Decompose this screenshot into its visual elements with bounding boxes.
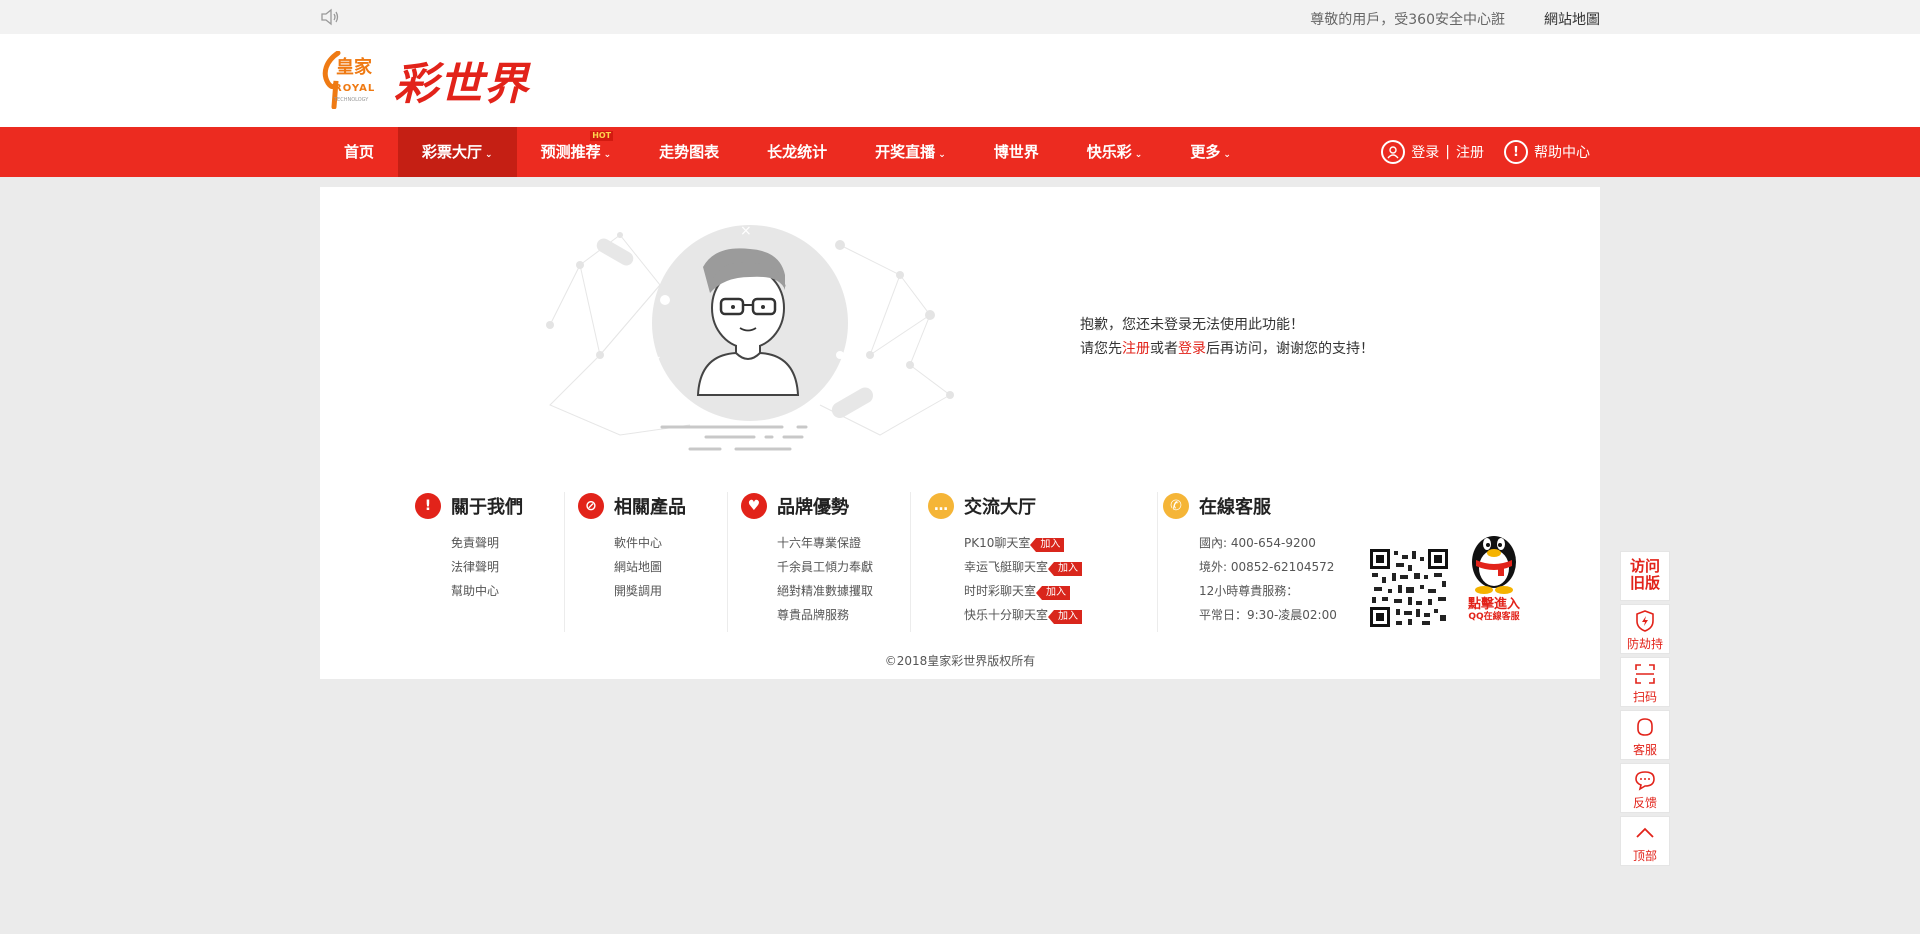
nav-bo-world[interactable]: 博世界	[970, 127, 1063, 177]
footer-link[interactable]: 免責聲明	[451, 536, 499, 550]
footer-chat: … 交流大厅 PK10聊天室 加入 幸运飞艇聊天室 加入 时时彩聊天室 加入 快乐十分聊…	[928, 492, 1158, 632]
join-button[interactable]: 加入	[1030, 538, 1065, 552]
logo-wordmark: 彩世界	[394, 59, 529, 110]
chevron-down-icon: ⌄	[603, 150, 612, 160]
heart-icon: ♥	[741, 493, 767, 519]
anti-hijack-button[interactable]: 防劫持	[1620, 604, 1670, 654]
headset-icon	[1637, 718, 1653, 736]
nav-happy-lottery[interactable]: 快乐彩 ⌄	[1063, 127, 1167, 177]
join-button[interactable]: 加入	[1048, 610, 1083, 624]
qq-penguin-icon	[1472, 536, 1516, 594]
nav-user-area: 登录 | 注册 ! 帮助中心	[1381, 127, 1590, 177]
old-version-button[interactable]: 访问旧版	[1620, 551, 1670, 601]
svg-text:×: ×	[740, 223, 752, 239]
customer-service-button[interactable]: 客服	[1620, 710, 1670, 760]
chevron-down-icon: ⌄	[485, 150, 493, 160]
chevron-down-icon: ⌄	[938, 150, 946, 160]
footer-info: ! 關于我們 免責聲明 法律聲明 幫助中心 ⊘ 相關產品 軟件中心 網站地圖 開獎調…	[320, 492, 1600, 632]
qr-code	[1368, 547, 1450, 629]
qq-service-button[interactable]: 點擊進入 QQ在線客服	[1458, 522, 1530, 632]
footer-link[interactable]: 軟件中心	[614, 536, 662, 550]
login-link[interactable]: 登录	[1411, 142, 1439, 162]
nav-trend-chart[interactable]: 走势图表	[635, 127, 743, 177]
exclamation-icon: !	[415, 493, 441, 519]
sitemap-link[interactable]: 網站地圖	[1544, 9, 1600, 29]
nav-home[interactable]: 首页	[320, 127, 398, 177]
announcement-marquee[interactable]: 尊敬的用戶，受360安全中心誑	[1310, 9, 1505, 29]
phone-icon: ✆	[1163, 493, 1189, 519]
scan-icon	[1635, 664, 1655, 684]
help-center-link[interactable]: 帮助中心	[1534, 142, 1590, 162]
chat-icon: …	[928, 493, 954, 519]
site-logo[interactable]: 皇家 ROYAL TECHNOLOGY 彩世界	[320, 50, 529, 110]
register-link-inline[interactable]: 注册	[1122, 341, 1150, 357]
footer-about: ! 關于我們 免責聲明 法律聲明 幫助中心	[415, 492, 565, 632]
footer-link[interactable]: 開獎調用	[614, 584, 662, 598]
footer-brand: ♥ 品牌優勢 十六年專業保證 千余員工傾力奉獻 絕對精准數據攫取 尊貴品牌服務	[741, 492, 911, 632]
footer-link[interactable]: 法律聲明	[451, 560, 499, 574]
chevron-down-icon: ⌄	[1134, 150, 1143, 160]
help-icon: !	[1504, 140, 1528, 164]
join-button[interactable]: 加入	[1036, 586, 1071, 600]
chat-room-link[interactable]: 快乐十分聊天室	[964, 608, 1048, 622]
feedback-button[interactable]: 反馈	[1620, 763, 1670, 813]
nav-long-dragon-stats[interactable]: 长龙统计	[743, 127, 851, 177]
register-link[interactable]: 注册	[1456, 142, 1484, 162]
link-icon: ⊘	[578, 493, 604, 519]
chat-room-link[interactable]: 时时彩聊天室	[964, 584, 1036, 598]
arrow-up-icon	[1636, 827, 1654, 838]
logo-bar: 皇家 ROYAL TECHNOLOGY 彩世界	[0, 34, 1920, 127]
nav-prediction[interactable]: 预测推荐 ⌄ HOT	[517, 127, 636, 177]
footer-link[interactable]: 網站地圖	[614, 560, 662, 574]
side-toolbar: 访问旧版 防劫持 扫码 客服 反馈 顶部	[1620, 551, 1670, 869]
nav-more[interactable]: 更多 ⌄	[1166, 127, 1255, 177]
chevron-down-icon: ⌄	[1223, 150, 1231, 160]
speaker-icon	[321, 8, 339, 26]
login-required-message: 抱歉，您还未登录无法使用此功能！ 请您先注册或者登录后再访问，谢谢您的支持！	[1080, 317, 1374, 357]
chat-room-link[interactable]: 幸运飞艇聊天室	[964, 560, 1048, 574]
scan-button[interactable]: 扫码	[1620, 657, 1670, 707]
join-button[interactable]: 加入	[1048, 562, 1083, 576]
nav-live-draw[interactable]: 开奖直播 ⌄	[851, 127, 970, 177]
main-nav: 首页 彩票大厅 ⌄ 预测推荐 ⌄ HOT 走势图表 长龙统计 开奖直播 ⌄ 博世界 快乐…	[0, 127, 1920, 177]
login-link-inline[interactable]: 登录	[1178, 341, 1206, 357]
footer-link[interactable]: 幫助中心	[451, 584, 499, 598]
chat-room-link[interactable]: PK10聊天室	[964, 536, 1030, 550]
copyright: ©2018皇家彩世界版权所有	[884, 654, 1036, 668]
not-logged-in-illustration: × ×	[546, 223, 954, 451]
hot-badge: HOT	[590, 131, 614, 141]
shield-icon	[1636, 610, 1654, 632]
footer-service: ✆ 在線客服 國內: 400-654-9200 境外: 00852-6210457…	[1163, 492, 1363, 632]
back-to-top-button[interactable]: 顶部	[1620, 816, 1670, 866]
footer-products: ⊘ 相關產品 軟件中心 網站地圖 開獎調用	[578, 492, 728, 632]
user-icon	[1381, 140, 1406, 164]
main-content: × × 抱歉，您还未登录无法使用此功能！ 请您先注册或者登录后再访问，谢谢您的支…	[320, 187, 1600, 679]
top-bar: 尊敬的用戶，受360安全中心誑 網站地圖	[0, 0, 1920, 34]
svg-text:×: ×	[650, 353, 662, 369]
chat-bubble-icon	[1635, 771, 1655, 791]
nav-lottery-hall[interactable]: 彩票大厅 ⌄	[398, 127, 517, 177]
